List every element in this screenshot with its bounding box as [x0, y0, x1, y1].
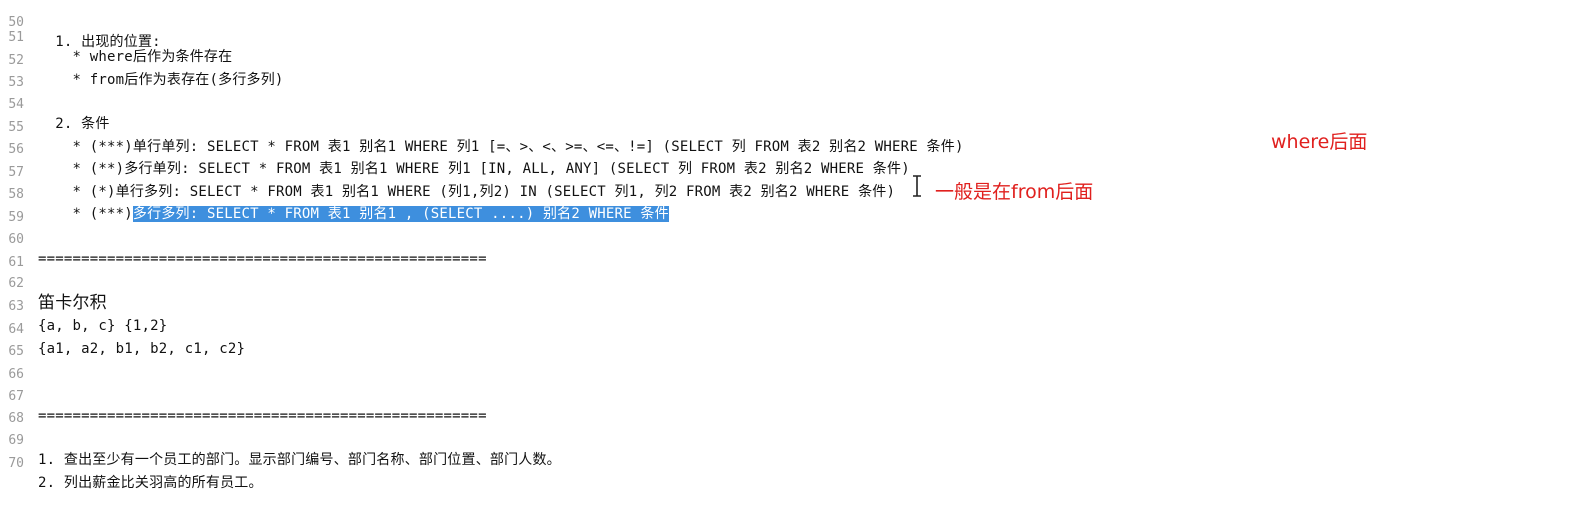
editor-line: 67 =====================================… — [0, 367, 1577, 424]
editor-line: 66 — [0, 345, 1577, 382]
editor-line: 59 — [0, 188, 1577, 225]
editor-line: 52 * from后作为表存在(多行多列) — [0, 31, 1577, 88]
text-cursor-icon — [913, 175, 921, 197]
editor-line: 58 * (***)多行多列: SELECT * FROM 表1 别名1 , (… — [0, 165, 1577, 222]
editor-line: 53 — [0, 53, 1577, 90]
editor-line: 51 * where后作为条件存在 — [0, 8, 1577, 65]
editor-line: 60 =====================================… — [0, 210, 1577, 267]
text-editor[interactable]: 50 1. 出现的位置: 51 * where后作为条件存在 52 * from… — [0, 0, 1577, 491]
editor-line: 64 {a1, a2, b1, b2, c1, c2} — [0, 300, 1577, 357]
editor-line: 55 * (***)单行单列: SELECT * FROM 表1 别名1 WHE… — [0, 98, 1577, 155]
editor-line: 68 — [0, 389, 1577, 426]
editor-line: 65 — [0, 322, 1577, 359]
where-annotation: where后面 — [1271, 131, 1368, 153]
line-number: 70 — [8, 456, 24, 471]
editor-line: 62 笛卡尔积 — [0, 254, 1577, 313]
editor-line: 61 — [0, 233, 1577, 270]
editor-line: 70 2. 列出薪金比关羽高的所有员工。 — [0, 434, 1577, 491]
from-annotation: 一般是在from后面 — [935, 181, 1094, 203]
editor-line: 54 2. 条件 — [0, 75, 1577, 132]
editor-line: 69 1. 查出至少有一个员工的部门。显示部门编号、部门名称、部门位置、部门人数… — [0, 411, 1577, 468]
editor-line: 63 {a, b, c} {1,2} — [0, 277, 1577, 334]
line-text: 2. 列出薪金比关羽高的所有员工。 — [38, 475, 263, 491]
